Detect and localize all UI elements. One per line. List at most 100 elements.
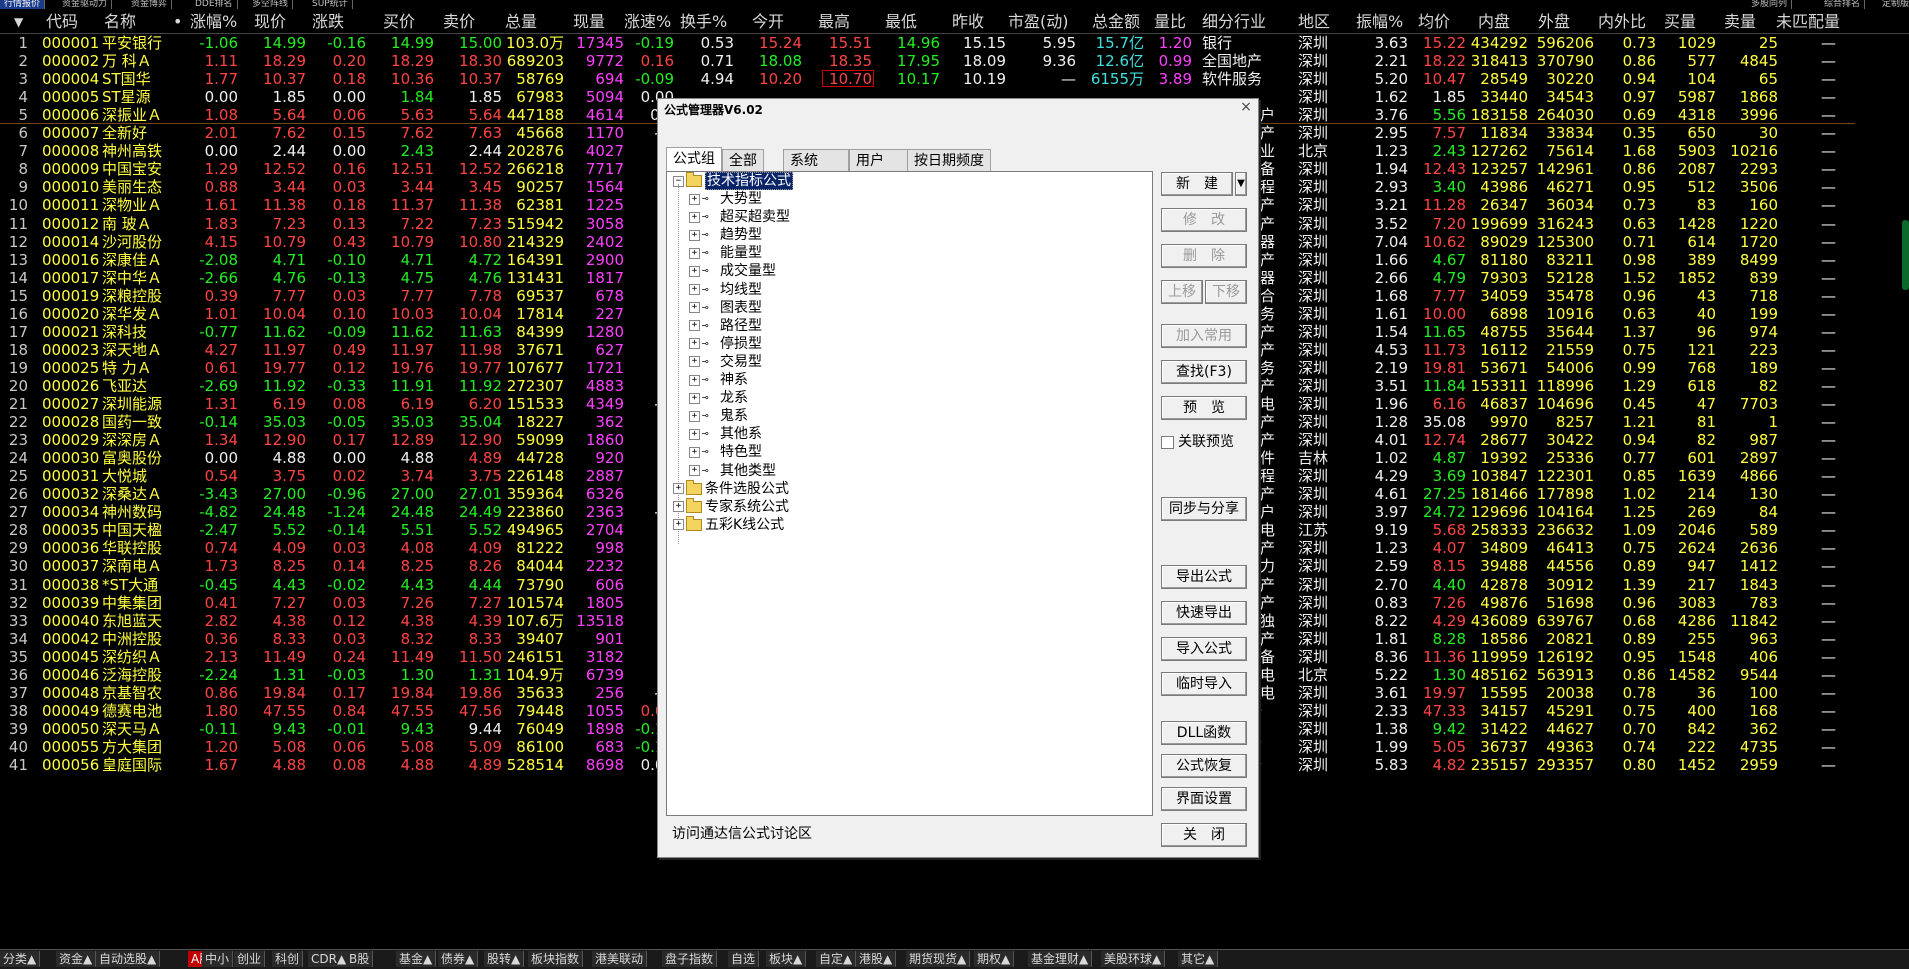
new-dropdown-icon[interactable]: ▼ — [1235, 172, 1247, 196]
tree-node-child[interactable]: + ⊸ 图表型 — [689, 299, 762, 317]
bottom-tab-1[interactable]: 资金▲ — [56, 951, 97, 967]
move-down-button[interactable]: 下移 — [1205, 280, 1247, 304]
table-row[interactable]: 2 000002 万 科Ａ 1.11 18.29 0.20 18.29 18.30 689203… — [0, 52, 1909, 70]
expand-icon[interactable]: + — [673, 483, 684, 495]
top-tab-7[interactable]: 综合排名 — [1820, 0, 1866, 9]
restore-formula-button[interactable]: 公式恢复 — [1161, 754, 1247, 778]
tab-all[interactable]: 全部 — [722, 149, 764, 172]
expand-icon[interactable]: + — [673, 519, 684, 531]
header-open[interactable]: 换手% — [680, 11, 727, 33]
tab-formula-group[interactable]: 公式组 — [666, 147, 722, 173]
bottom-tab-11[interactable]: 股转▲ — [484, 951, 525, 967]
top-tab-2[interactable]: 资金博弈 — [127, 0, 173, 9]
header-current-volume[interactable]: 总量 — [505, 11, 537, 33]
tree-node-child[interactable]: + ⊸ 成交量型 — [689, 262, 776, 280]
forum-link[interactable]: 访问通达信公式讨论区 — [666, 821, 1151, 847]
expand-icon[interactable]: + — [689, 410, 700, 422]
bottom-tab-22[interactable]: 美股环球▲ — [1101, 951, 1166, 967]
header-name[interactable]: 名称 — [104, 11, 136, 33]
find-button[interactable]: 查找(F3) — [1161, 360, 1247, 384]
bottom-tab-6[interactable]: 科创 — [272, 951, 304, 967]
bottom-tab-18[interactable]: 港股▲ — [856, 951, 897, 967]
dll-function-button[interactable]: DLL函数 — [1161, 721, 1247, 745]
bottom-tab-12[interactable]: 板块指数 — [528, 951, 584, 967]
table-row[interactable]: 1 000001 平安银行 -1.06 14.99 -0.16 14.99 15.00 103.… — [0, 34, 1909, 52]
expand-icon[interactable]: + — [689, 446, 700, 458]
tree-node-child[interactable]: + ⊸ 鬼系 — [689, 407, 748, 425]
sort-down-icon[interactable]: ▼ — [14, 11, 23, 33]
header-industry[interactable]: 量比 — [1154, 11, 1186, 33]
bottom-tab-19[interactable]: 期货现货▲ — [906, 951, 971, 967]
header-inner-outer-ratio[interactable]: 外盘 — [1538, 11, 1570, 33]
bottom-tab-5[interactable]: 创业 — [234, 951, 266, 967]
delete-button[interactable]: 删 除 — [1161, 244, 1247, 268]
tree-node-child[interactable]: + ⊸ 神系 — [689, 371, 748, 389]
expand-icon[interactable]: + — [689, 374, 700, 386]
header-unmatched[interactable]: 卖量 — [1724, 11, 1756, 33]
header-change-pct[interactable]: • — [173, 11, 182, 33]
temp-import-button[interactable]: 临时导入 — [1161, 672, 1247, 696]
linked-preview-checkbox[interactable]: 关联预览 — [1161, 433, 1234, 451]
tree-node-child[interactable]: + ⊸ 交易型 — [689, 353, 762, 371]
tree-node-child[interactable]: + ⊸ 均线型 — [689, 281, 762, 299]
top-tab-3[interactable]: DDE排名 — [191, 0, 238, 9]
tree-node-child[interactable]: + ⊸ 大势型 — [689, 190, 762, 208]
add-to-common-button[interactable]: 加入常用 — [1161, 324, 1247, 348]
expand-icon[interactable]: + — [689, 320, 700, 332]
tree-node-child[interactable]: + ⊸ 其他系 — [689, 425, 762, 443]
tree-node-child[interactable]: + ⊸ 趋势型 — [689, 226, 762, 244]
header-volume[interactable]: 卖价 — [443, 11, 475, 33]
right-scroll-indicator[interactable] — [1902, 220, 1909, 290]
expand-icon[interactable]: + — [673, 501, 684, 513]
tree-node-child[interactable]: + ⊸ 特色型 — [689, 443, 762, 461]
expand-icon[interactable]: + — [689, 392, 700, 404]
header-low[interactable]: 最高 — [818, 11, 850, 33]
top-tab-4[interactable]: 多空阵线 — [248, 0, 294, 9]
expand-icon[interactable]: + — [689, 193, 700, 205]
expand-icon[interactable]: + — [689, 356, 700, 368]
top-tab-8[interactable]: 定制版面 — [1878, 0, 1909, 9]
move-up-button[interactable]: 上移 — [1161, 280, 1203, 304]
top-tab-0[interactable]: 行情报价 — [0, 0, 46, 9]
expand-icon[interactable]: + — [689, 211, 700, 223]
header-col-28[interactable]: 未匹配量 — [1776, 11, 1840, 33]
tree-node-child[interactable]: + ⊸ 龙系 — [689, 389, 748, 407]
tree-node-group[interactable]: + 条件选股公式 — [673, 479, 789, 498]
tab-by-date-frequency[interactable]: 按日期频度 — [907, 149, 991, 172]
tab-user[interactable]: 用户 — [849, 149, 908, 172]
tab-system[interactable]: 系统 — [783, 149, 849, 172]
expand-icon[interactable]: + — [689, 465, 700, 476]
bottom-tab-15[interactable]: 自选 — [728, 951, 760, 967]
header-outer-vol[interactable]: 内盘 — [1478, 11, 1510, 33]
top-tab-1[interactable]: 资金驱动力 — [58, 0, 113, 9]
close-icon[interactable]: × — [1238, 99, 1254, 115]
bottom-tab-0[interactable]: 分类▲ — [0, 951, 41, 967]
header-vol-ratio[interactable]: 总金额 — [1092, 11, 1140, 33]
header-region[interactable]: 细分行业 — [1202, 11, 1266, 33]
ui-settings-button[interactable]: 界面设置 — [1161, 787, 1247, 811]
header-turnover[interactable]: 涨速% — [624, 11, 671, 33]
tree-node-child[interactable]: + ⊸ 其他类型 — [689, 462, 776, 480]
header-avg-price[interactable]: 振幅% — [1356, 11, 1403, 33]
bottom-tab-17[interactable]: 自定▲ — [816, 951, 857, 967]
bottom-tab-4[interactable]: 中小 — [202, 951, 234, 967]
header-change[interactable]: 现价 — [254, 11, 286, 33]
bottom-tab-9[interactable]: 基金▲ — [396, 951, 437, 967]
preview-button[interactable]: 预 览 — [1161, 396, 1247, 420]
tree-node-group[interactable]: + 五彩K线公式 — [673, 515, 784, 534]
bottom-tab-20[interactable]: 期权▲ — [974, 951, 1015, 967]
header-bid[interactable]: 涨跌 — [312, 11, 344, 33]
bottom-tab-7[interactable]: CDR▲ — [308, 951, 351, 967]
bottom-tab-23[interactable]: 其它▲ — [1178, 951, 1219, 967]
header-bid-vol[interactable]: 内外比 — [1598, 11, 1646, 33]
header-pe[interactable]: 昨收 — [952, 11, 984, 33]
header-high[interactable]: 今开 — [752, 11, 784, 33]
header-speed[interactable]: 现量 — [573, 11, 605, 33]
export-formula-button[interactable]: 导出公式 — [1161, 565, 1247, 589]
close-button[interactable]: 关 闭 — [1161, 823, 1247, 847]
quick-export-button[interactable]: 快速导出 — [1161, 601, 1247, 625]
import-formula-button[interactable]: 导入公式 — [1161, 637, 1247, 661]
expand-icon[interactable]: + — [689, 302, 700, 314]
expand-icon[interactable]: + — [689, 265, 700, 277]
tree-node-child[interactable]: + ⊸ 路径型 — [689, 317, 762, 335]
